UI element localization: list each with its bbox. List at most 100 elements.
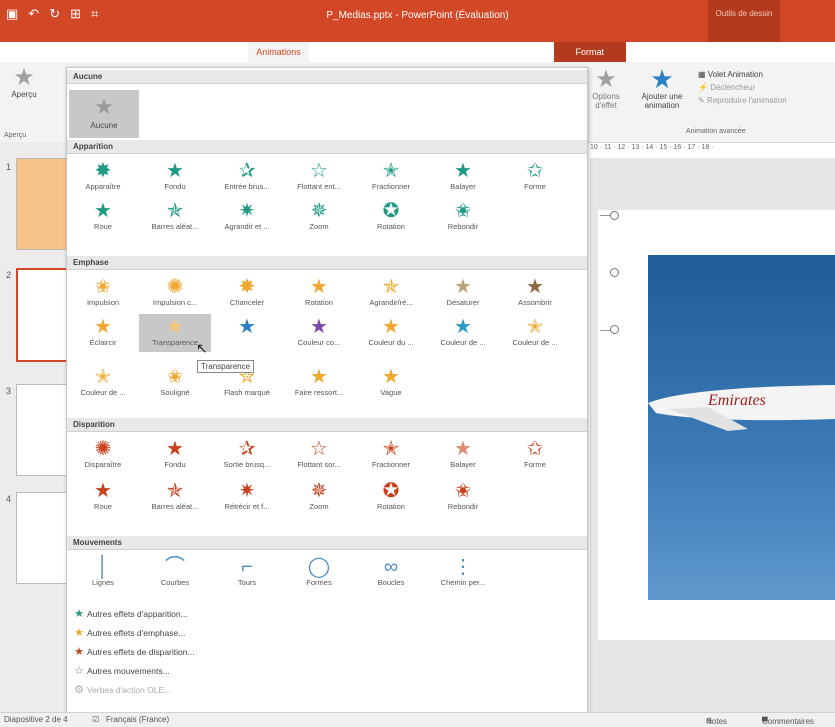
entrance-effect[interactable]: ✪ Rotation: [355, 198, 427, 236]
entrance-effect[interactable]: ✵ Zoom: [283, 198, 355, 236]
add-animation-button[interactable]: ★ Ajouter une animation: [636, 66, 688, 110]
entrance-effect[interactable]: ★ Fondu: [139, 158, 211, 196]
tab-accueil[interactable]: Accueil: [43, 42, 88, 62]
emphasis-effect[interactable]: ★ Couleur co...: [283, 314, 355, 352]
resize-handle[interactable]: [610, 268, 619, 277]
motion-path[interactable]: ∞ Boucles: [355, 554, 427, 592]
star-icon: ✭: [382, 160, 400, 182]
star-icon: ✸: [238, 276, 256, 298]
exit-effect[interactable]: ☆ Flottant sor...: [283, 436, 355, 474]
exit-effect[interactable]: ✵ Zoom: [283, 478, 355, 516]
animation-painter-button[interactable]: ✎ Reproduire l'animation: [698, 94, 787, 107]
status-bar: Diapositive 2 de 4 ☑ Français (France) ≙…: [0, 712, 835, 727]
tab-revision[interactable]: Révision: [369, 42, 420, 62]
emphasis-effect[interactable]: ✺ Impulsion c...: [139, 274, 211, 312]
more-motion-paths[interactable]: ☆ Autres mouvements...: [71, 662, 371, 680]
exit-effect[interactable]: ✰ Sortie brusq...: [211, 436, 283, 474]
animation-pane-button[interactable]: ▦ Volet Animation: [698, 68, 787, 81]
exit-effect[interactable]: ★ Balayer: [427, 436, 499, 474]
section-motion-header: Mouvements: [67, 536, 587, 550]
line-path-icon: │: [96, 556, 110, 578]
entrance-effect[interactable]: ✩ Forme: [499, 158, 571, 196]
star-icon: ✩: [526, 160, 544, 182]
motion-path[interactable]: ⌐ Tours: [211, 554, 283, 592]
effect-options-button[interactable]: ★ Options d'effet: [588, 68, 624, 111]
exit-effect[interactable]: ★ Fondu: [139, 436, 211, 474]
more-exit-effects[interactable]: ★ Autres effets de disparition...: [71, 643, 371, 661]
exit-effect[interactable]: ✪ Rotation: [355, 478, 427, 516]
entrance-effect[interactable]: ✷ Agrandir et ...: [211, 198, 283, 236]
trigger-button[interactable]: ⚡ Déclencheur: [698, 81, 787, 94]
emphasis-effect[interactable]: ★ Vague: [355, 364, 427, 402]
entrance-effect[interactable]: ★ Balayer: [427, 158, 499, 196]
slides-pane: 1 2 3 4: [0, 142, 72, 712]
motion-path[interactable]: ◯ Formes: [283, 554, 355, 592]
exit-star-icon: ★: [74, 646, 84, 658]
star-icon: ★: [310, 276, 328, 298]
slide-count: Diapositive 2 de 4: [4, 715, 68, 724]
tab-diaporama[interactable]: Diaporama: [309, 42, 369, 62]
advanced-animation-group: ▦ Volet Animation ⚡ Déclencheur ✎ Reprod…: [698, 68, 787, 107]
resize-handle[interactable]: [610, 211, 619, 220]
language[interactable]: Français (France): [106, 715, 169, 724]
star-icon: ★: [382, 316, 400, 338]
tab-insertion[interactable]: Insertion: [88, 42, 139, 62]
more-entrance-effects[interactable]: ★ Autres effets d'apparition...: [71, 605, 371, 623]
entrance-effect[interactable]: ✯ Barres aléat...: [139, 198, 211, 236]
emphasis-effect[interactable]: ★ Assombrir: [499, 274, 571, 312]
star-icon: ✵: [310, 200, 328, 222]
tell-me-lightbulb-icon[interactable]: ♀: [819, 45, 827, 57]
resize-handle[interactable]: [610, 325, 619, 334]
star-icon: ★: [94, 480, 112, 502]
preview-group-label: Aperçu: [4, 132, 27, 139]
exit-effect[interactable]: ✭ Fractionner: [355, 436, 427, 474]
slide-thumbnail-1[interactable]: [16, 158, 70, 250]
preview-button[interactable]: ★ Aperçu: [4, 64, 44, 100]
tab-format[interactable]: Format: [553, 42, 626, 62]
exit-effect[interactable]: ★ Roue: [67, 478, 139, 516]
emphasis-effect[interactable]: ★ Couleur de ...: [427, 314, 499, 352]
animation-none[interactable]: ★ Aucune: [69, 90, 139, 138]
more-emphasis-effects[interactable]: ★ Autres effets d'emphase...: [71, 624, 371, 642]
exit-effect[interactable]: ✺ Disparaître: [67, 436, 139, 474]
motion-path[interactable]: ⋮ Chemin per...: [427, 554, 499, 592]
emphasis-effect[interactable]: ★ Éclaircir: [67, 314, 139, 352]
slide-thumbnail-4[interactable]: [16, 492, 70, 584]
tab-fichier[interactable]: Fichier: [0, 42, 43, 62]
tab-affichage[interactable]: Affichage: [419, 42, 472, 62]
exit-effect[interactable]: ✩ Forme: [499, 436, 571, 474]
emphasis-effect[interactable]: ★ Désaturer: [427, 274, 499, 312]
emphasis-effect[interactable]: ★ Rotation: [283, 274, 355, 312]
spellcheck-icon[interactable]: ☑: [92, 715, 99, 724]
airplane-photo[interactable]: Emirates: [648, 255, 835, 600]
exit-effect[interactable]: ✬ Rebondir: [427, 478, 499, 516]
entrance-effect[interactable]: ★ Roue: [67, 198, 139, 236]
exit-effect[interactable]: ✯ Barres aléat...: [139, 478, 211, 516]
slide-thumbnail-3[interactable]: [16, 384, 70, 476]
tab-creation[interactable]: Création: [139, 42, 189, 62]
emphasis-effect[interactable]: ✭ Couleur de ...: [499, 314, 571, 352]
emphasis-effect[interactable]: ✭ Couleur de ...: [67, 364, 139, 402]
tab-animations[interactable]: Animations: [248, 42, 309, 62]
emphasis-effect[interactable]: ★: [211, 314, 283, 352]
star-burst-icon: ✸: [94, 160, 112, 182]
motion-path[interactable]: │ Lignes: [67, 554, 139, 592]
motion-path[interactable]: ⌒ Courbes: [139, 554, 211, 592]
exit-effect[interactable]: ✷ Rétrécir et f...: [211, 478, 283, 516]
entrance-effect[interactable]: ✭ Fractionner: [355, 158, 427, 196]
preview-star-icon: ★: [13, 64, 35, 91]
emphasis-effect[interactable]: ✯ Agrandir/ré...: [355, 274, 427, 312]
tab-nouvel-onglet[interactable]: Nouvel onglet: [473, 42, 544, 62]
entrance-effect[interactable]: ☆ Flottant ent...: [283, 158, 355, 196]
tab-transitions[interactable]: Transitions: [189, 42, 249, 62]
star-icon: ✭: [94, 366, 112, 388]
slide-thumbnail-2[interactable]: [16, 268, 72, 362]
entrance-effect[interactable]: ✰ Entrée brus...: [211, 158, 283, 196]
section-emphasis-header: Emphase: [67, 256, 587, 270]
entrance-effect[interactable]: ✸ Apparaître: [67, 158, 139, 196]
entrance-effect[interactable]: ✬ Rebondir: [427, 198, 499, 236]
emphasis-effect[interactable]: ✬ Impulsion: [67, 274, 139, 312]
emphasis-effect[interactable]: ✸ Chanceler: [211, 274, 283, 312]
emphasis-effect[interactable]: ★ Faire ressort...: [283, 364, 355, 402]
emphasis-effect[interactable]: ★ Couleur du ...: [355, 314, 427, 352]
